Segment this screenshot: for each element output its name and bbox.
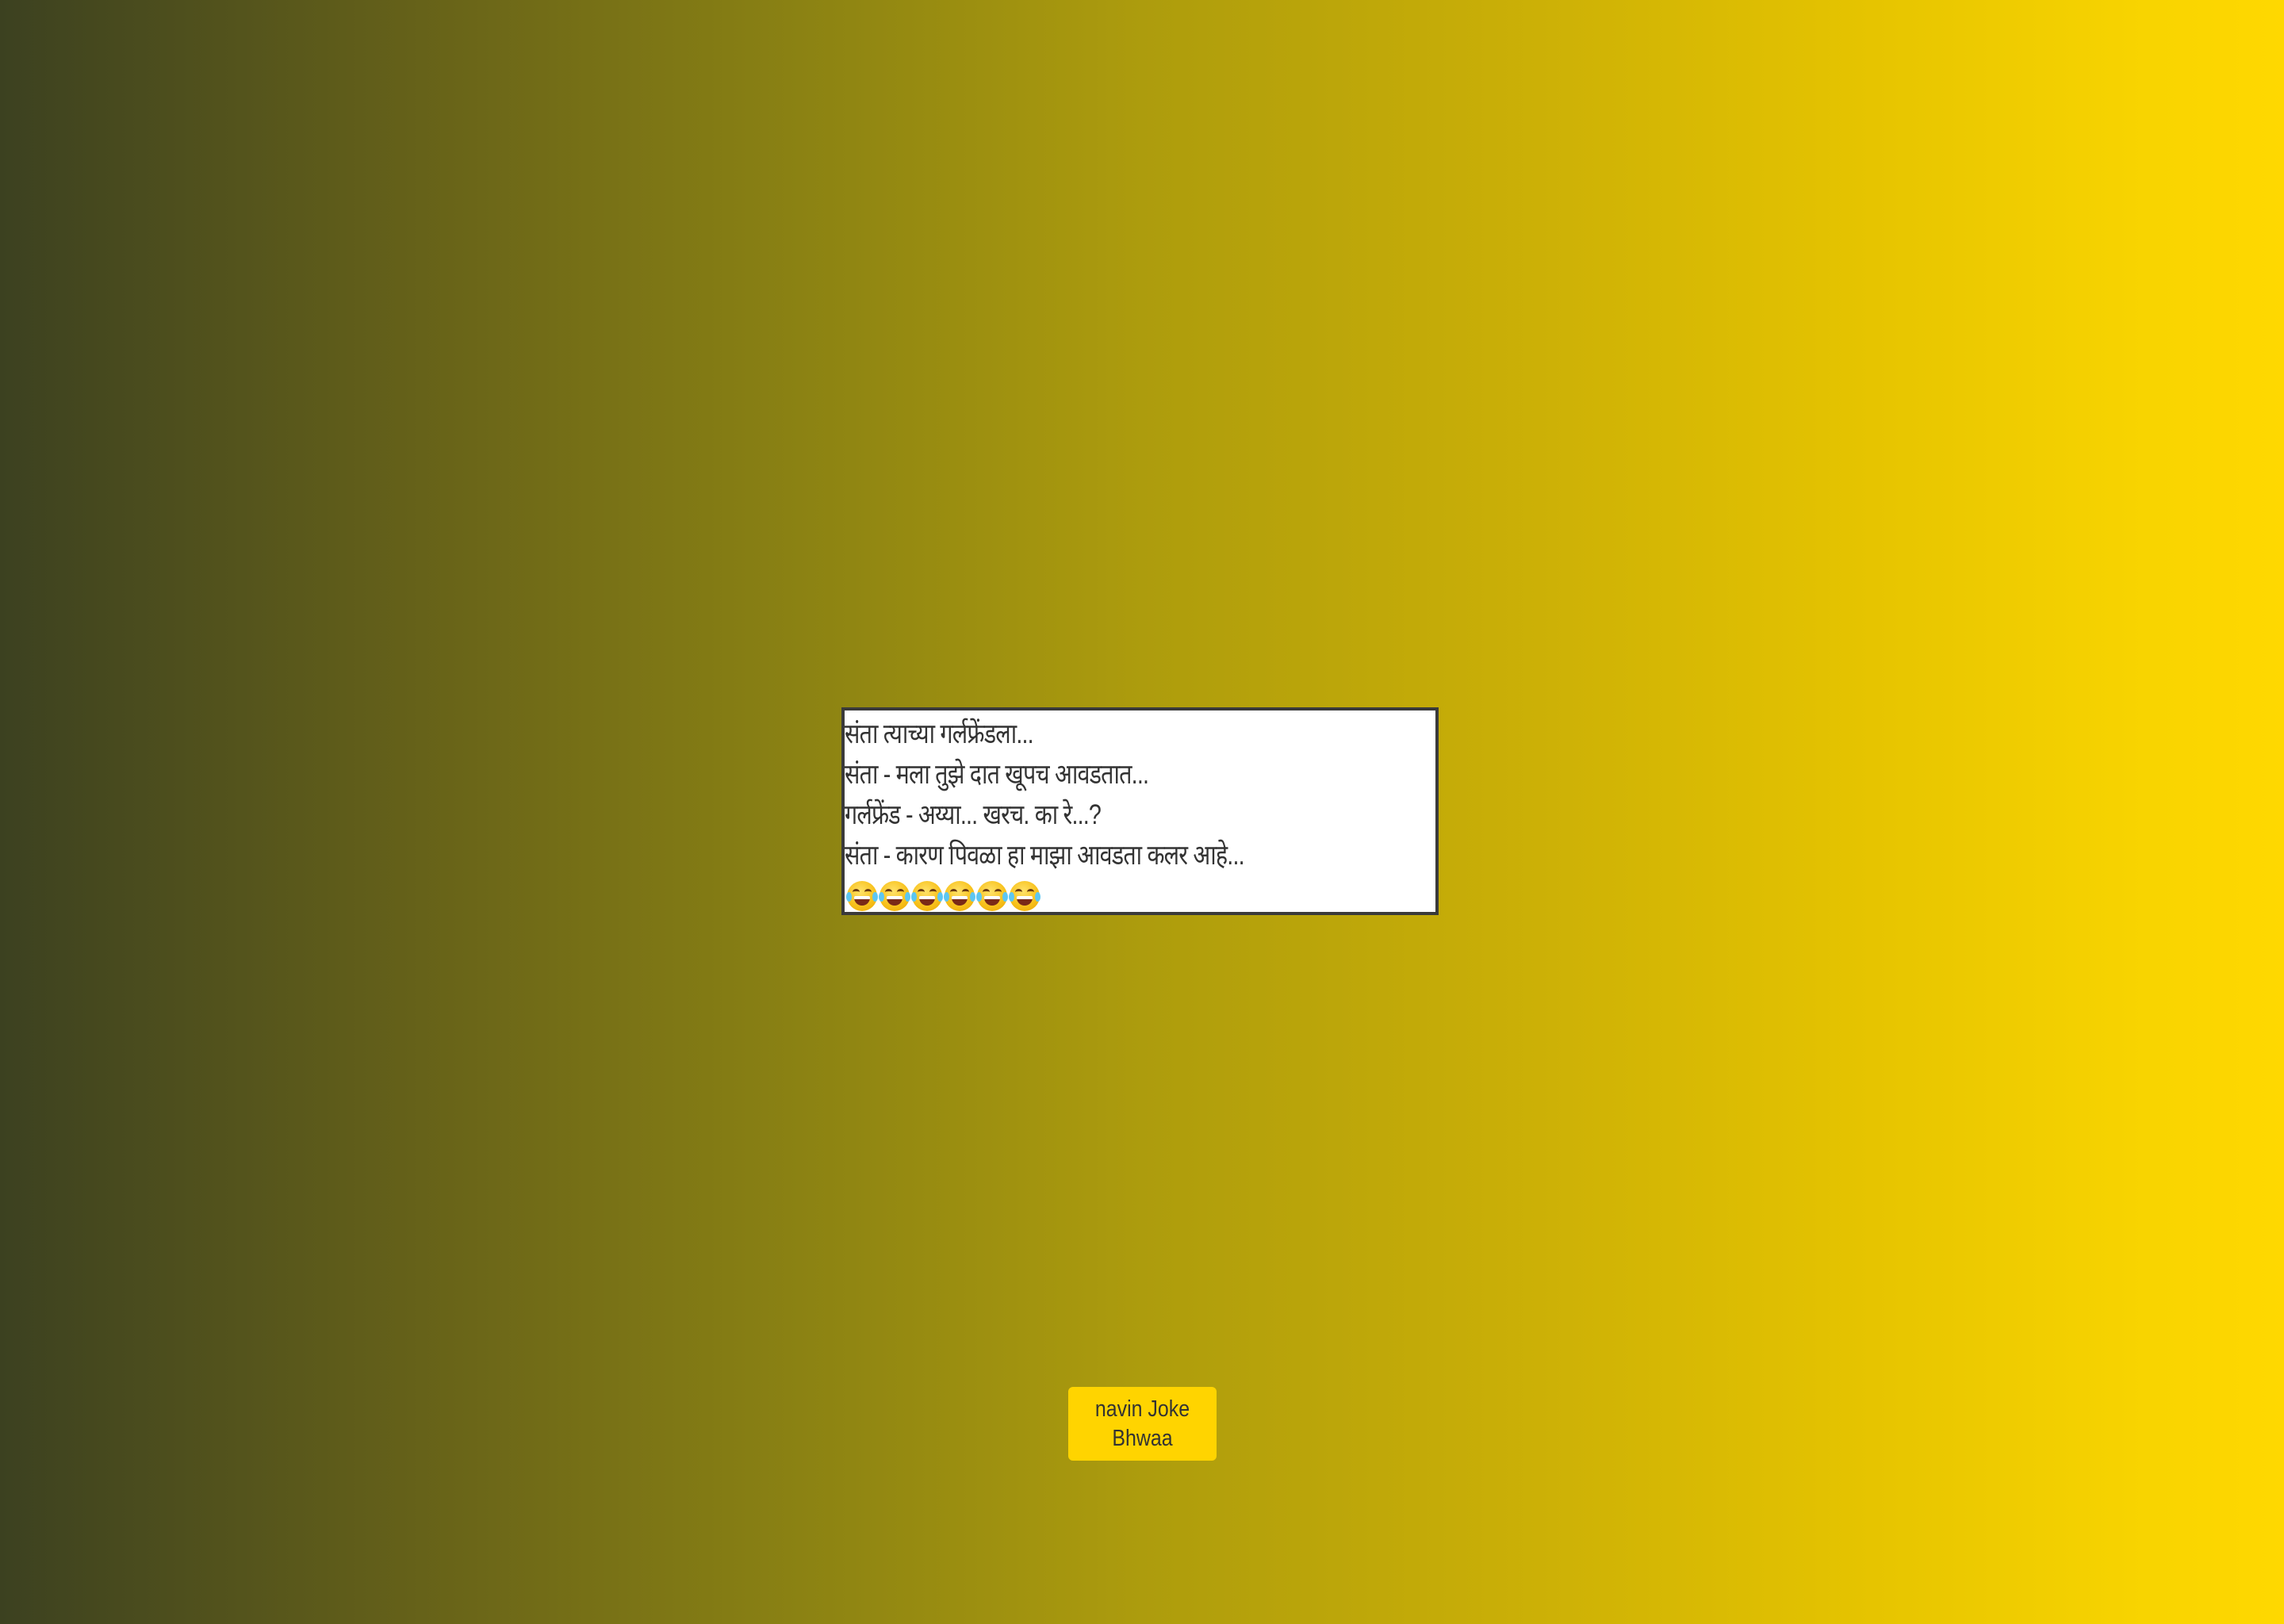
joke-line: संता त्याच्या गर्लफ्रेंडला...	[845, 718, 1034, 749]
face-with-tears-of-joy-icon	[879, 880, 910, 911]
face-with-tears-of-joy-icon	[944, 880, 975, 911]
face-with-tears-of-joy-icon	[911, 880, 943, 911]
joke-line: गर्लफ्रेंड - अय्या... खरच. का रे...?	[845, 799, 1102, 830]
new-joke-button-label: navin Joke Bhwaa	[1094, 1396, 1190, 1451]
face-with-tears-of-joy-icon	[976, 880, 1008, 911]
emoji-row	[845, 875, 1435, 912]
face-with-tears-of-joy-icon	[846, 880, 878, 911]
face-with-tears-of-joy-icon	[1009, 880, 1040, 911]
joke-display-box: संता त्याच्या गर्लफ्रेंडला... संता - मला…	[841, 707, 1439, 915]
joke-line: संता - मला तुझे दात खूपच आवडतात...	[845, 759, 1149, 790]
joke-line: संता - कारण पिवळा हा माझा आवडता कलर आहे.…	[845, 840, 1245, 871]
new-joke-button[interactable]: navin Joke Bhwaa	[1068, 1387, 1217, 1461]
